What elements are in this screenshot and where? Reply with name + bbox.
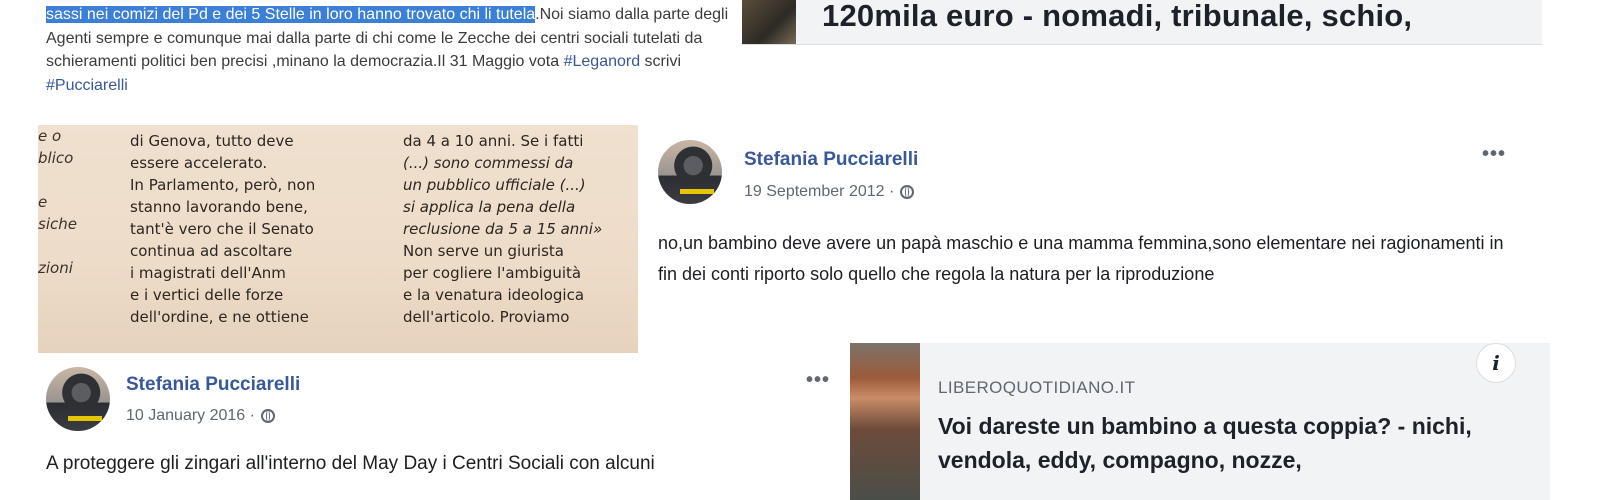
link-domain: LIBEROQUOTIDIANO.IT (938, 378, 1136, 397)
np-line: stanno lavorando bene, (130, 198, 308, 216)
newspaper-column-right: da 4 a 10 anni. Se i fatti (...) sono co… (403, 130, 638, 328)
post-date[interactable]: 19 September 2012 · (744, 183, 915, 201)
np-line: blico (38, 149, 74, 167)
np-line: e (38, 193, 48, 211)
headline-text: 120mila euro - nomadi, tribunale, schio, (822, 0, 1413, 33)
snippet-text-mid: scrivi (640, 53, 681, 70)
newspaper-column-left: e o blico e siche zioni (38, 125, 88, 279)
post-date[interactable]: 10 January 2016 · (126, 407, 275, 425)
highlighted-text: sassi nei comizi del Pd e dei 5 Stelle i… (46, 6, 536, 23)
post-date-text: 10 January 2016 · (126, 407, 255, 424)
more-options-icon[interactable]: ••• (806, 369, 830, 392)
np-line: dell'articolo. Proviamo (403, 308, 570, 326)
link-thumbnail (850, 343, 920, 500)
more-options-icon[interactable]: ••• (1482, 143, 1506, 166)
avatar-badge (68, 416, 102, 421)
np-line: di Genova, tutto deve (130, 132, 294, 150)
np-line: e o (38, 127, 62, 145)
avatar[interactable] (46, 367, 110, 431)
np-line: un pubblico ufficiale (...) (403, 176, 586, 194)
post-body: no,un bambino deve avere un papà maschio… (658, 233, 1504, 284)
avatar-badge (680, 189, 714, 194)
np-line: i magistrati dell'Anm (130, 264, 286, 282)
np-line: da 4 a 10 anni. Se i fatti (403, 132, 584, 150)
np-line: siche (38, 215, 77, 233)
avatar[interactable] (658, 140, 722, 204)
np-line: dell'ordine, e ne ottiene (130, 308, 309, 326)
np-line: per cogliere l'ambiguità (403, 264, 582, 282)
link-title: Voi dareste un bambino a questa coppia? … (938, 413, 1472, 473)
np-line: zioni (38, 259, 73, 277)
np-line: e i vertici delle forze (130, 286, 284, 304)
np-line: si applica la pena della (403, 198, 576, 216)
newspaper-column-middle: di Genova, tutto deve essere accelerato.… (130, 130, 330, 328)
np-line: reclusione da 5 a 15 anni» (403, 220, 603, 238)
hashtag-leganord[interactable]: #Leganord (564, 53, 641, 70)
link-preview-card[interactable]: LIBEROQUOTIDIANO.IT Voi dareste un bambi… (850, 343, 1550, 500)
np-line: continua ad ascoltare (130, 242, 293, 260)
globe-icon (260, 409, 275, 423)
post-text-snippet: sassi nei comizi del Pd e dei 5 Stelle i… (38, 0, 743, 125)
post-author[interactable]: Stefania Pucciarelli (744, 149, 918, 171)
post-author[interactable]: Stefania Pucciarelli (126, 374, 300, 396)
np-line: In Parlamento, però, non (130, 176, 316, 194)
link-preview-headline-card[interactable]: 120mila euro - nomadi, tribunale, schio, (742, 0, 1542, 45)
headline-thumbnail (742, 0, 796, 44)
globe-icon (900, 185, 915, 199)
facebook-post: Stefania Pucciarelli 19 September 2012 ·… (638, 125, 1550, 343)
np-line: tant'è vero che il Senato (130, 220, 314, 238)
np-line: essere accelerato. (130, 154, 268, 172)
np-line: (...) sono commessi da (403, 154, 574, 172)
post-body: A proteggere gli zingari all'interno del… (46, 453, 655, 474)
info-icon[interactable]: i (1476, 343, 1516, 383)
np-line: e la venatura ideologica (403, 286, 585, 304)
np-line (38, 235, 88, 257)
hashtag-pucciarelli[interactable]: #Pucciarelli (46, 77, 128, 94)
post-date-text: 19 September 2012 · (744, 183, 895, 200)
facebook-post: Stefania Pucciarelli 10 January 2016 · •… (38, 353, 850, 500)
np-line (38, 169, 88, 191)
newspaper-clipping: e o blico e siche zioni di Genova, tutto… (38, 125, 638, 353)
np-line: Non serve un giurista (403, 242, 564, 260)
